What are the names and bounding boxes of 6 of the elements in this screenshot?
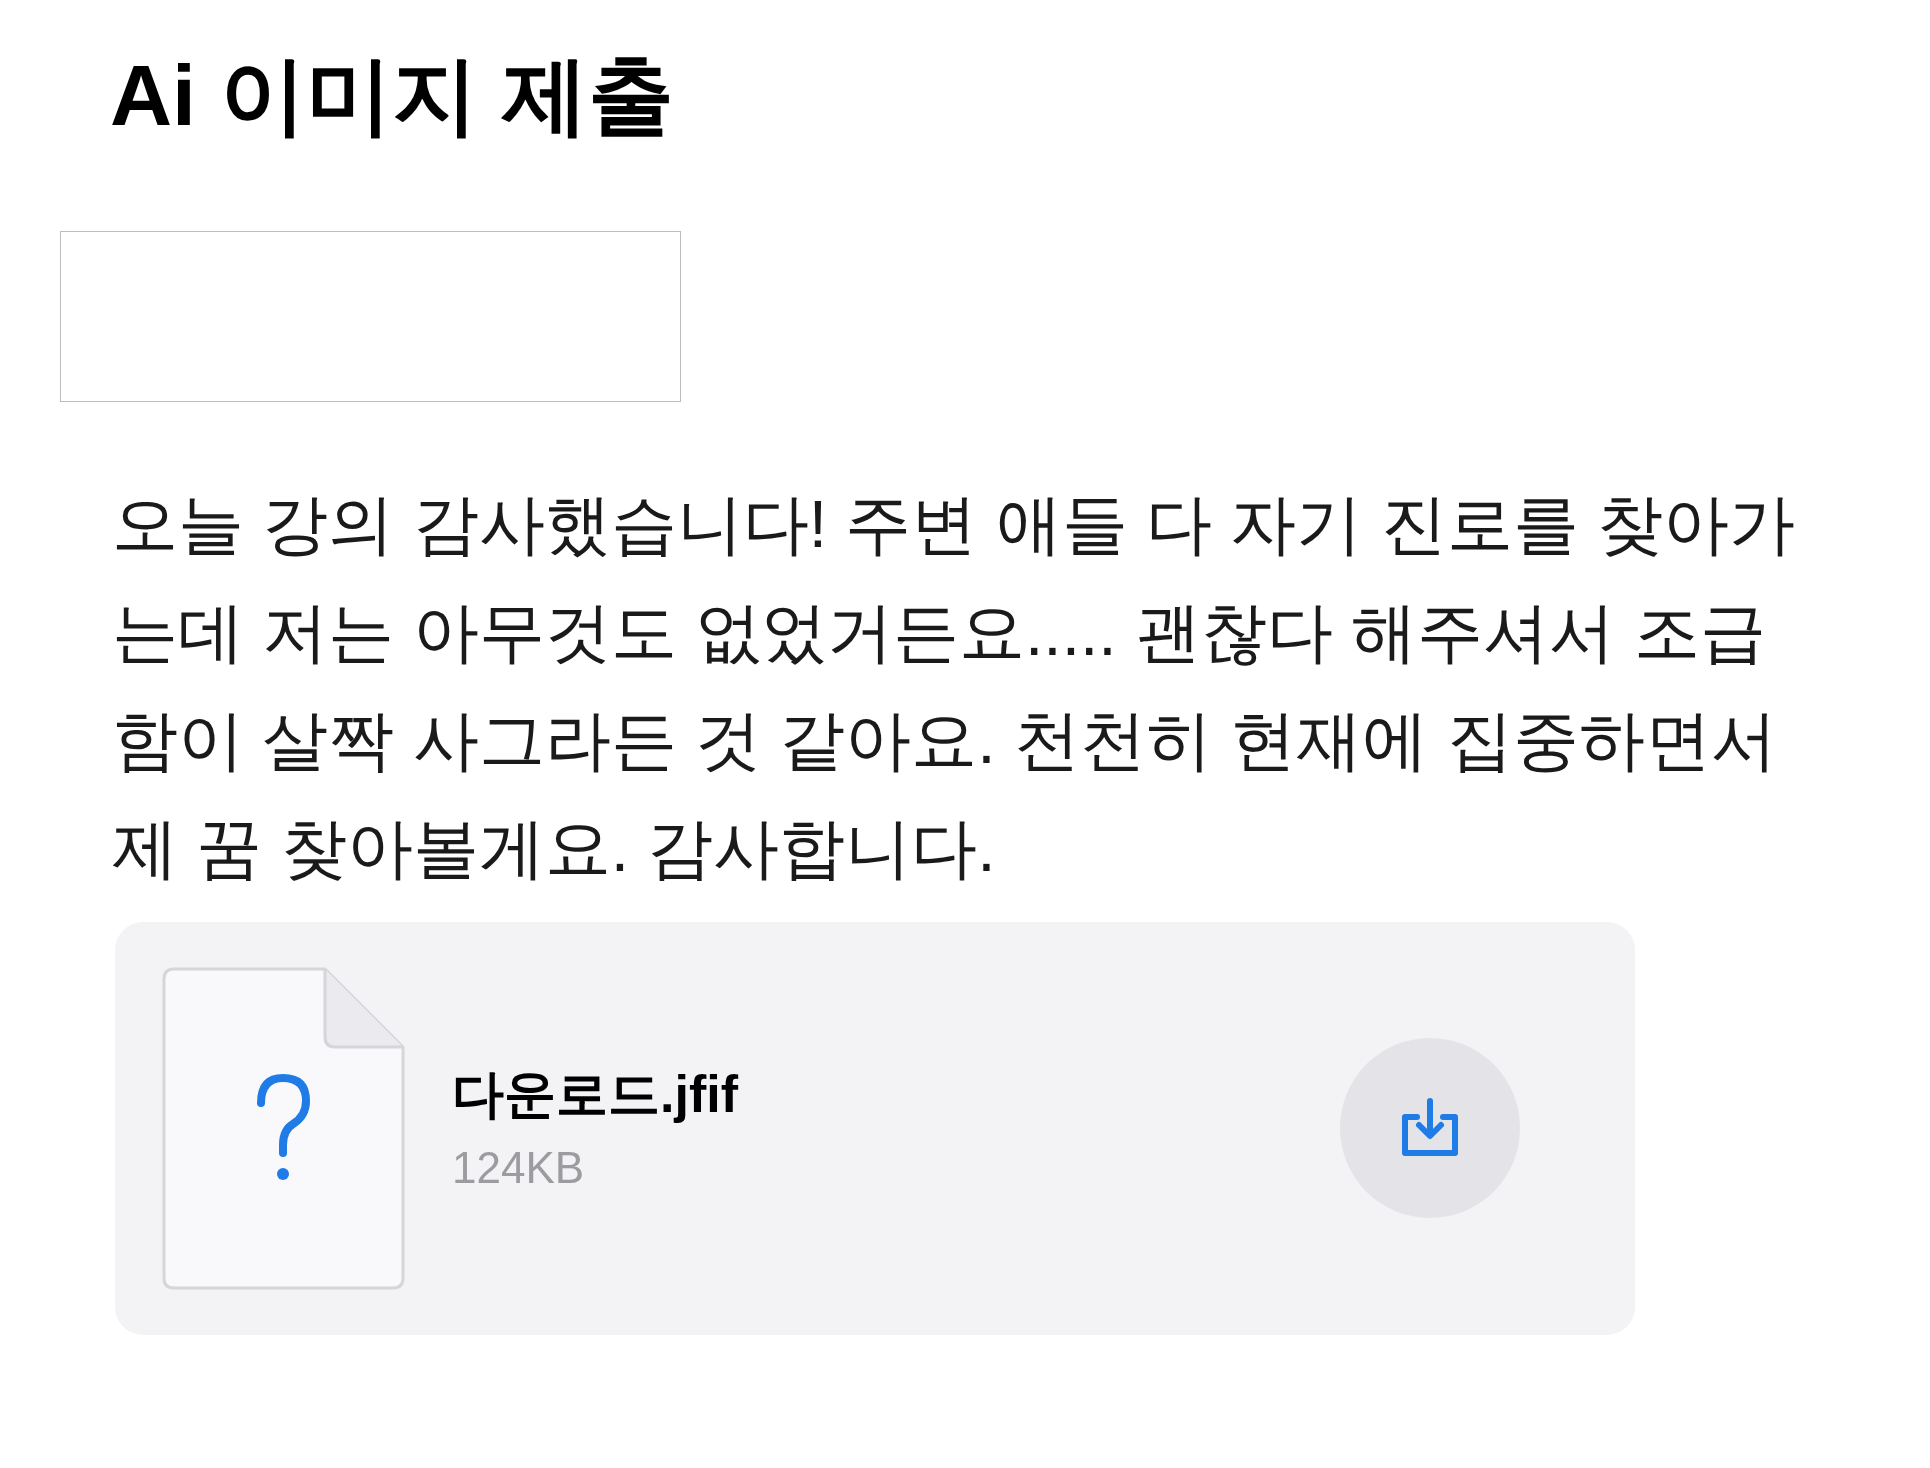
file-name: 다운로드.jfif	[452, 1064, 738, 1125]
message-text: 오늘 강의 감사했습니다! 주변 애들 다 자기 진로를 찾아가는데 저는 아무것도 없었거든요..... 괜찮다 해주셔서 조급함이 살짝 사그라든 것 같아요. 천천히 현재에 집중하면서 제 꿈 찾아볼게요. 감사합니다.	[112, 485, 1797, 887]
file-size: 124KB	[452, 1141, 586, 1194]
file-question-icon	[160, 966, 405, 1290]
text-field[interactable]	[60, 230, 681, 402]
page-title: Ai 이미지 제출	[110, 46, 674, 145]
